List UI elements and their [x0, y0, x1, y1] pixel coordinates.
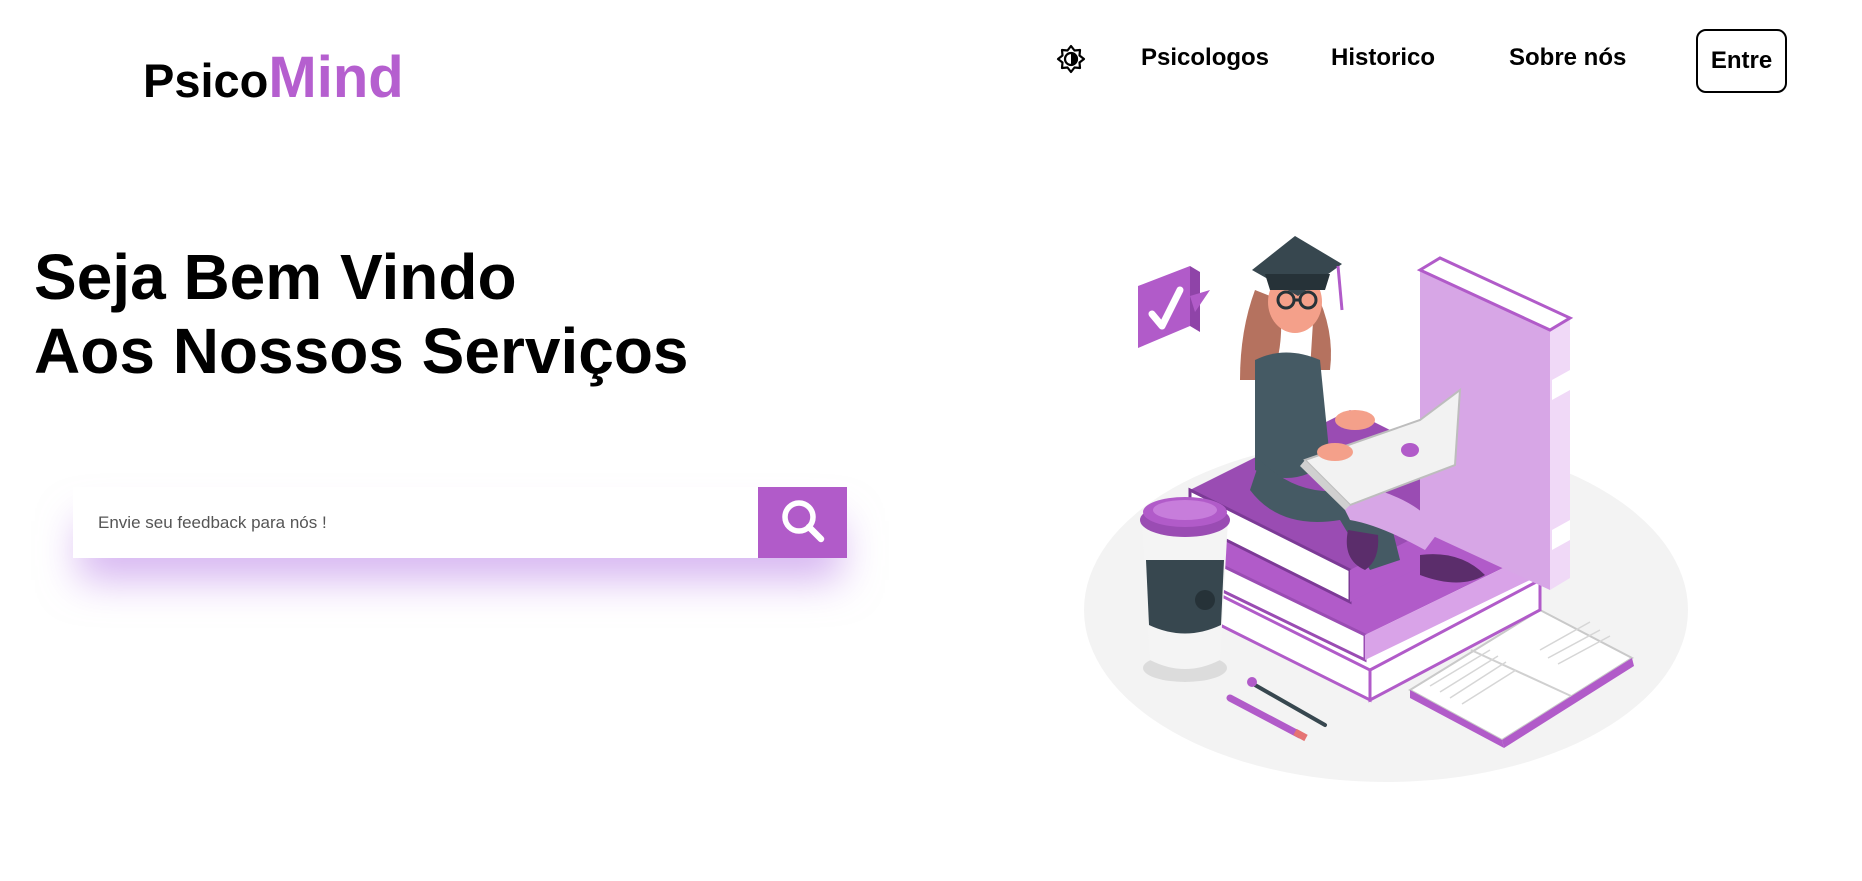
nav-link-historico[interactable]: Historico — [1331, 44, 1435, 72]
hero-title-line1: Seja Bem Vindo — [34, 241, 517, 313]
nav-link-psicologos[interactable]: Psicologos — [1141, 44, 1269, 72]
hero-title-line2: Aos Nossos Serviços — [34, 315, 689, 387]
search-button[interactable] — [758, 487, 847, 558]
login-button[interactable]: Entre — [1696, 29, 1787, 93]
brand-logo-part1: Psico — [143, 54, 269, 107]
brand-logo-part2: Mind — [268, 45, 404, 110]
hero-title: Seja Bem Vindo Aos Nossos Serviços — [34, 240, 689, 388]
check-bubble-shape — [1138, 266, 1210, 348]
student-studying-illustration — [1080, 230, 1700, 800]
site-header: PsicoMind Psicologos Historico Sobre nós… — [0, 0, 1862, 120]
theme-toggle-icon[interactable] — [1056, 44, 1086, 74]
feedback-search-box — [73, 487, 847, 558]
nav-link-sobre-nos[interactable]: Sobre nós — [1509, 44, 1626, 72]
brand-logo[interactable]: PsicoMind — [143, 44, 404, 111]
feedback-input[interactable] — [73, 487, 758, 558]
coffee-cup-shape — [1140, 497, 1230, 682]
search-icon — [778, 496, 828, 549]
